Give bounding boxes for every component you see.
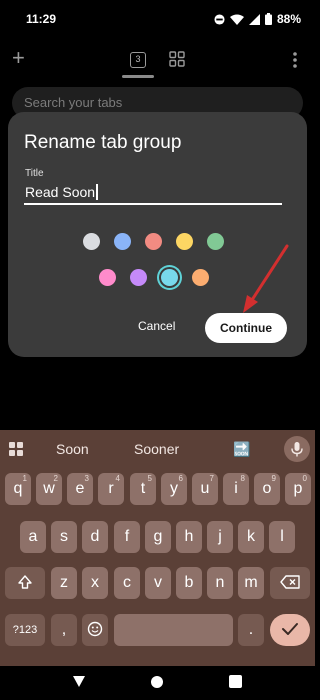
voice-input-button[interactable] — [284, 436, 310, 462]
key-k[interactable]: k — [238, 521, 264, 553]
more-vert-icon[interactable] — [291, 50, 299, 70]
key-m[interactable]: m — [238, 567, 264, 599]
color-swatch-pink[interactable] — [99, 269, 116, 286]
wifi-icon — [229, 14, 244, 25]
suggestion-2[interactable]: Sooner — [134, 441, 179, 457]
enter-key[interactable] — [270, 614, 310, 646]
key-a[interactable]: a — [20, 521, 46, 553]
title-field-label: Title — [25, 168, 44, 179]
key-o[interactable]: o9 — [254, 473, 280, 505]
tab-switcher-toolbar: + 3 — [0, 42, 315, 78]
color-swatch-red[interactable] — [145, 233, 162, 250]
new-tab-plus-icon[interactable]: + — [12, 47, 32, 69]
signal-icon — [248, 13, 260, 25]
dialog-title: Rename tab group — [24, 132, 182, 153]
suggestion-strip: Soon Sooner 🔜 — [0, 430, 315, 468]
key-q[interactable]: q1 — [5, 473, 31, 505]
key-s[interactable]: s — [51, 521, 77, 553]
key-v[interactable]: v — [145, 567, 171, 599]
key-l[interactable]: l — [269, 521, 295, 553]
color-swatch-orange[interactable] — [192, 269, 209, 286]
emoji-icon — [87, 621, 103, 637]
emoji-key[interactable] — [82, 614, 108, 646]
status-icons: 88% — [214, 12, 301, 26]
period-key[interactable]: . — [238, 614, 264, 646]
key-f[interactable]: f — [114, 521, 140, 553]
tab-groups-grid-icon[interactable] — [169, 51, 185, 67]
continue-button[interactable]: Continue — [205, 313, 287, 343]
color-swatch-grey[interactable] — [83, 233, 100, 250]
color-swatch-green[interactable] — [207, 233, 224, 250]
key-t[interactable]: t5 — [130, 473, 156, 505]
key-h[interactable]: h — [176, 521, 202, 553]
key-c[interactable]: c — [114, 567, 140, 599]
nav-back-icon[interactable] — [72, 675, 86, 689]
title-field[interactable]: Read Soon — [25, 184, 98, 200]
color-swatch-blue[interactable] — [114, 233, 131, 250]
battery-percent: 88% — [276, 12, 301, 26]
key-p[interactable]: p0 — [285, 473, 311, 505]
nav-recents-icon[interactable] — [229, 675, 242, 688]
color-swatch-cyan[interactable] — [161, 269, 178, 286]
key-u[interactable]: u7 — [192, 473, 218, 505]
keyboard-menu-grid-icon[interactable] — [9, 442, 23, 456]
key-w[interactable]: w2 — [36, 473, 62, 505]
comma-key[interactable]: , — [51, 614, 77, 646]
status-time: 11:29 — [26, 12, 57, 26]
status-bar: 11:29 88% — [0, 0, 315, 38]
key-e[interactable]: e3 — [67, 473, 93, 505]
key-b[interactable]: b — [176, 567, 202, 599]
mic-icon — [291, 442, 303, 457]
suggestion-emoji[interactable]: 🔜 — [233, 441, 250, 458]
title-field-value[interactable]: Read Soon — [25, 184, 95, 200]
shift-key[interactable] — [5, 567, 45, 599]
rename-tab-group-dialog: Rename tab group Title Read Soon Cancel … — [8, 112, 307, 357]
color-swatch-purple[interactable] — [130, 269, 147, 286]
backspace-key[interactable] — [270, 567, 310, 599]
key-y[interactable]: y6 — [161, 473, 187, 505]
key-x[interactable]: x — [82, 567, 108, 599]
text-caret — [96, 184, 98, 200]
color-swatch-yellow[interactable] — [176, 233, 193, 250]
tab-selected-indicator — [122, 75, 154, 78]
key-r[interactable]: r4 — [98, 473, 124, 505]
soft-keyboard: Soon Sooner 🔜 q1 w2 e3 r4 t5 y6 u7 i8 o9… — [0, 430, 315, 666]
system-nav-bar — [0, 666, 315, 700]
battery-icon — [264, 13, 272, 25]
shift-icon — [18, 575, 32, 589]
suggestion-1[interactable]: Soon — [56, 441, 89, 457]
title-field-underline — [24, 203, 282, 205]
key-i[interactable]: i8 — [223, 473, 249, 505]
symbols-key[interactable]: ?123 — [5, 614, 45, 646]
key-j[interactable]: j — [207, 521, 233, 553]
key-z[interactable]: z — [51, 567, 77, 599]
dnd-icon — [214, 13, 225, 25]
key-n[interactable]: n — [207, 567, 233, 599]
backspace-icon — [280, 575, 300, 589]
key-g[interactable]: g — [145, 521, 171, 553]
cancel-button[interactable]: Cancel — [138, 319, 175, 333]
key-d[interactable]: d — [82, 521, 108, 553]
space-key[interactable] — [114, 614, 233, 646]
nav-home-icon[interactable] — [150, 675, 164, 689]
checkmark-icon — [282, 623, 298, 635]
tab-count-icon[interactable]: 3 — [130, 52, 146, 68]
